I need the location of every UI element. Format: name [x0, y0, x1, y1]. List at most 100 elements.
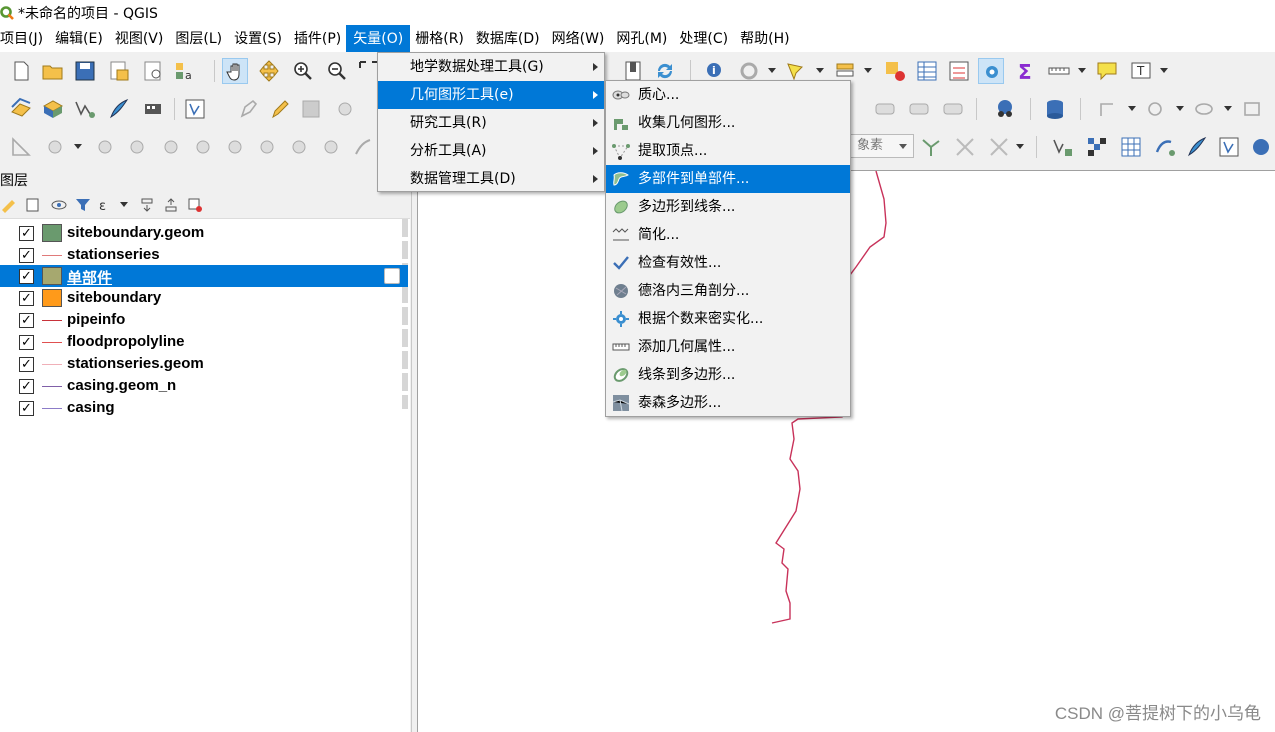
add-feature-icon[interactable]	[332, 96, 358, 122]
layer-styling-icon[interactable]	[0, 196, 18, 214]
digitize-rectangle-icon[interactable]	[1240, 96, 1266, 122]
text-annotation-icon[interactable]: T	[1128, 58, 1154, 84]
layer-row[interactable]: ✓ floodpropolyline	[0, 331, 408, 353]
delete-ring-icon[interactable]	[254, 134, 280, 160]
data-source-manager-icon[interactable]	[8, 96, 34, 122]
attribute-table-icon[interactable]	[914, 58, 940, 84]
label-show-icon[interactable]	[940, 96, 966, 122]
new-shapefile-icon[interactable]	[72, 96, 98, 122]
digitize-circle-icon[interactable]	[1144, 96, 1170, 122]
menu-item-geometry-tools[interactable]: 几何图形工具(e)	[378, 81, 604, 109]
temporary-layer-icon[interactable]	[384, 268, 400, 284]
add-ring-icon[interactable]	[158, 134, 184, 160]
digitize-line-icon[interactable]	[1096, 96, 1122, 122]
layer-row[interactable]: ✓ casing	[0, 397, 408, 419]
simplify-feature-icon[interactable]	[124, 134, 150, 160]
menu-item-voronoi[interactable]: 泰森多边形...	[606, 389, 850, 417]
menu-edit[interactable]: 编辑(E)	[49, 26, 109, 52]
zoom-out-icon[interactable]	[324, 58, 350, 84]
expand-all-icon[interactable]	[138, 196, 156, 214]
georeference-icon[interactable]	[1152, 134, 1178, 160]
save-edits-icon[interactable]	[298, 96, 324, 122]
menu-item-collect-geometries[interactable]: 收集几何图形...	[606, 109, 850, 137]
layer-visibility-checkbox[interactable]: ✓	[19, 334, 34, 350]
menu-processing[interactable]: 处理(C)	[673, 26, 734, 52]
menu-item-research-tools[interactable]: 研究工具(R)	[378, 109, 604, 137]
menu-item-extract-vertices[interactable]: 提取顶点...	[606, 137, 850, 165]
delete-part-icon[interactable]	[286, 134, 312, 160]
layer-visibility-checkbox[interactable]: ✓	[19, 268, 34, 284]
snapping-topology-icon[interactable]	[918, 134, 944, 160]
menu-item-analysis-tools[interactable]: 分析工具(A)	[378, 137, 604, 165]
toggle-editing-icon[interactable]	[236, 96, 262, 122]
vertex-tool-icon[interactable]	[1050, 134, 1076, 160]
move-feature-icon[interactable]	[42, 134, 68, 160]
menu-help[interactable]: 帮助(H)	[734, 26, 795, 52]
layer-row[interactable]: ✓ stationseries	[0, 244, 408, 266]
layer-visibility-checkbox[interactable]: ✓	[19, 400, 34, 416]
snapping-units-combo[interactable]: 象素	[850, 134, 914, 158]
layer-visibility-checkbox[interactable]: ✓	[19, 378, 34, 394]
layer-row[interactable]: ✓ siteboundary.geom	[0, 222, 408, 244]
digitize-ellipse-icon[interactable]	[1192, 96, 1218, 122]
pan-to-selection-icon[interactable]	[256, 58, 282, 84]
open-project-icon[interactable]	[40, 58, 66, 84]
new-geopackage-icon[interactable]	[40, 96, 66, 122]
menu-item-centroids[interactable]: 质心...	[606, 81, 850, 109]
menu-item-simplify[interactable]: 简化...	[606, 221, 850, 249]
menu-item-lines-to-polygons[interactable]: 线条到多边形...	[606, 361, 850, 389]
save-project-icon[interactable]	[72, 58, 98, 84]
layer-visibility-checkbox[interactable]: ✓	[19, 290, 34, 306]
filter-legend-icon[interactable]	[74, 196, 92, 214]
menu-vector[interactable]: 矢量(O)	[346, 25, 411, 53]
rotate-feature-icon[interactable]	[92, 134, 118, 160]
menu-mesh[interactable]: 网孔(M)	[610, 26, 673, 52]
new-spatialite-icon[interactable]	[106, 96, 132, 122]
field-calculator-icon[interactable]	[946, 58, 972, 84]
filter-expression-icon[interactable]: ε	[98, 196, 116, 214]
reshape-features-icon[interactable]	[318, 134, 344, 160]
label-toolbar-icon[interactable]	[872, 96, 898, 122]
add-group-icon[interactable]	[24, 196, 42, 214]
menu-item-check-validity[interactable]: 检查有效性...	[606, 249, 850, 277]
menu-project[interactable]: 项目(J)	[0, 26, 49, 52]
layer-row[interactable]: ✓ casing.geom_n	[0, 375, 408, 397]
add-vector-icon[interactable]	[182, 96, 208, 122]
deselect-all-icon[interactable]	[882, 58, 908, 84]
pan-map-icon[interactable]	[222, 58, 248, 84]
menu-item-add-geometry-attributes[interactable]: 添加几何属性...	[606, 333, 850, 361]
menu-settings[interactable]: 设置(S)	[228, 26, 288, 52]
menu-item-densify-by-count[interactable]: 根据个数来密实化...	[606, 305, 850, 333]
map-tips-icon[interactable]	[1094, 58, 1120, 84]
layout-manager-icon[interactable]	[140, 58, 166, 84]
new-project-icon[interactable]	[8, 58, 34, 84]
vector-edit-icon[interactable]	[1216, 134, 1242, 160]
db-manager-icon[interactable]	[1042, 96, 1068, 122]
raster-grid-icon[interactable]	[1084, 134, 1110, 160]
add-part-icon[interactable]	[190, 134, 216, 160]
layer-visibility-checkbox[interactable]: ✓	[19, 356, 34, 372]
menu-layer[interactable]: 图层(L)	[169, 26, 228, 52]
trace-digitizing-icon[interactable]	[986, 134, 1012, 160]
remove-layer-icon[interactable]	[186, 196, 204, 214]
grid-tool-icon[interactable]	[1118, 134, 1144, 160]
layer-row[interactable]: ✓ pipeinfo	[0, 309, 408, 331]
manage-visibility-icon[interactable]	[50, 196, 68, 214]
menu-item-polygons-to-lines[interactable]: 多边形到线条...	[606, 193, 850, 221]
layer-row[interactable]: ✓ stationseries.geom	[0, 353, 408, 375]
menu-plugins[interactable]: 插件(P)	[288, 26, 347, 52]
measure-line-icon[interactable]	[1046, 58, 1072, 84]
snapping-intersection-icon[interactable]	[952, 134, 978, 160]
shape-digitizing-icon[interactable]	[8, 134, 34, 160]
pencil-icon[interactable]	[266, 96, 292, 122]
zoom-in-icon[interactable]	[290, 58, 316, 84]
layer-row-selected[interactable]: ✓ 单部件	[0, 265, 408, 287]
layer-visibility-checkbox[interactable]: ✓	[19, 225, 34, 241]
print-layout-icon[interactable]	[106, 58, 132, 84]
layer-visibility-checkbox[interactable]: ✓	[19, 312, 34, 328]
menu-database[interactable]: 数据库(D)	[470, 26, 546, 52]
processing-toolbox-icon[interactable]	[978, 58, 1004, 84]
collapse-all-icon[interactable]	[162, 196, 180, 214]
menu-item-geoprocessing-tools[interactable]: 地学数据处理工具(G)	[378, 53, 604, 81]
fill-ring-icon[interactable]	[222, 134, 248, 160]
